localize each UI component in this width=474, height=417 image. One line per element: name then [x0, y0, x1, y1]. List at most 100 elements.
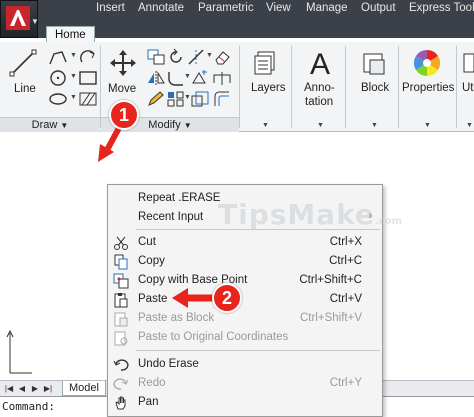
menu-item-label: Cut — [138, 236, 156, 248]
arc-icon — [80, 50, 95, 63]
chevron-down-icon[interactable]: ▼ — [70, 94, 77, 101]
chevron-down-icon[interactable]: ▼ — [262, 122, 269, 129]
first-layout-icon[interactable]: |◀ — [4, 383, 14, 394]
draw-panel-label: Draw — [31, 119, 58, 131]
hatch-icon — [79, 92, 97, 106]
polyline-icon — [49, 51, 67, 65]
annotation-button-label-line2: tation — [305, 96, 334, 108]
panel-divider — [345, 46, 346, 128]
mirror-icon — [148, 71, 165, 85]
fillet-icon — [168, 72, 183, 86]
line-button-label[interactable]: Line — [14, 83, 36, 95]
chevron-down-icon[interactable]: ▼ — [466, 122, 473, 129]
layers-icon — [254, 51, 275, 75]
copy-tool[interactable] — [146, 48, 166, 66]
properties-color-wheel-icon — [413, 49, 441, 77]
move-button-label[interactable]: Move — [108, 83, 136, 95]
copy-icon — [114, 254, 128, 270]
menu-item-repeat-erase[interactable]: Repeat .ERASE — [108, 189, 382, 208]
tab-annotate[interactable]: Annotate — [138, 0, 184, 27]
menu-item-redo: Redo Ctrl+Y — [108, 374, 382, 393]
menu-item-copy[interactable]: Copy Ctrl+C — [108, 252, 382, 271]
tab-parametric[interactable]: Parametric — [198, 0, 254, 27]
array-tool[interactable] — [166, 90, 186, 108]
utilities-icon — [463, 53, 474, 73]
modify-panel-label: Modify — [148, 119, 181, 131]
explode-tool[interactable] — [190, 69, 210, 87]
stretch-tool[interactable] — [212, 69, 232, 87]
ribbon-panel-area: Line ▼ ▼ ▼ Draw ▼ Move ▼ ▼ ▼ Modify ▼ La… — [0, 42, 474, 132]
menu-item-undo-erase[interactable]: Undo Erase — [108, 355, 382, 374]
pan-icon — [115, 396, 126, 410]
chevron-down-icon[interactable]: ▼ — [371, 122, 378, 129]
tab-view[interactable]: View — [266, 0, 291, 27]
block-icon — [363, 53, 385, 75]
paste-original-icon — [114, 331, 128, 346]
callout-arrow-2 — [172, 288, 216, 308]
menu-item-recent-input[interactable]: Recent Input › — [108, 208, 382, 227]
last-layout-icon[interactable]: ▶| — [43, 383, 53, 394]
pencil-icon — [148, 91, 164, 106]
trim-tool[interactable] — [186, 48, 206, 66]
chevron-down-icon[interactable]: ▼ — [317, 122, 324, 129]
rectangle-icon — [79, 71, 97, 85]
menu-separator — [136, 350, 380, 351]
prev-layout-icon[interactable]: ◀ — [17, 383, 27, 394]
autocad-logo-icon — [6, 6, 30, 30]
properties-button-label[interactable]: Properties — [402, 82, 454, 94]
next-layout-icon[interactable]: ▶ — [30, 383, 40, 394]
draw-panel-footer[interactable]: Draw ▼ — [0, 117, 100, 132]
ellipse-tool[interactable] — [48, 90, 68, 108]
line-icon — [9, 49, 37, 77]
rotate-icon — [170, 48, 182, 63]
scale-icon — [191, 91, 209, 107]
array-icon — [167, 91, 184, 107]
block-button-label[interactable]: Block — [361, 82, 389, 94]
menu-item-label: Repeat .ERASE — [138, 192, 221, 204]
tab-express-tools[interactable]: Express Tools — [409, 0, 474, 27]
hatch-tool[interactable] — [78, 90, 98, 108]
menu-item-paste-as-block: Paste as Block Ctrl+Shift+V — [108, 309, 382, 328]
model-tab[interactable]: Model — [62, 381, 106, 396]
rotate-tool[interactable] — [166, 48, 186, 66]
utilities-button-label[interactable]: Ut — [462, 82, 474, 94]
layers-button-label[interactable]: Layers — [251, 82, 286, 94]
scale-tool[interactable] — [190, 90, 210, 108]
annotation-button-label[interactable]: Anno- — [304, 82, 335, 94]
menu-item-label: Paste — [138, 293, 168, 305]
polyline-tool[interactable] — [48, 48, 68, 66]
chevron-down-icon[interactable]: ▼ — [424, 122, 431, 129]
explode-icon — [192, 70, 207, 84]
tab-output[interactable]: Output — [361, 0, 396, 27]
copy-objects-icon — [147, 49, 165, 65]
tab-manage[interactable]: Manage — [306, 0, 348, 27]
menu-item-label: Paste as Block — [138, 312, 215, 324]
tab-insert[interactable]: Insert — [96, 0, 125, 27]
fillet-tool[interactable] — [166, 69, 186, 87]
tab-home[interactable]: Home — [46, 26, 95, 42]
application-menu-button[interactable]: ▼ — [0, 0, 39, 38]
menu-item-label: Paste to Original Coordinates — [138, 331, 289, 343]
stretch-icon — [213, 72, 231, 85]
chevron-down-icon[interactable]: ▼ — [70, 73, 77, 80]
annotation-text-icon: A — [310, 48, 330, 79]
panel-divider — [456, 46, 457, 128]
menu-item-cut[interactable]: Cut Ctrl+X — [108, 233, 382, 252]
paste-block-icon — [114, 312, 128, 327]
menu-item-copy-with-base-point[interactable]: Copy with Base Point Ctrl+Shift+C — [108, 271, 382, 290]
arc-tool[interactable] — [78, 48, 98, 66]
rectangle-tool[interactable] — [78, 69, 98, 87]
menu-item-pan[interactable]: Pan — [108, 393, 382, 412]
ribbon-tab-bar: Home Insert Annotate Parametric View Man… — [38, 0, 474, 42]
ucs-icon — [6, 329, 32, 374]
offset-tool[interactable] — [212, 90, 232, 108]
mirror-tool[interactable] — [146, 69, 166, 87]
circle-tool[interactable] — [48, 69, 68, 87]
pencil-tool[interactable] — [146, 90, 166, 108]
chevron-down-icon[interactable]: ▼ — [70, 52, 77, 59]
menu-item-label: Pan — [138, 396, 159, 408]
erase-tool[interactable] — [212, 48, 232, 66]
menu-item-shortcut: Ctrl+Shift+V — [300, 312, 362, 324]
menu-item-label: Copy — [138, 255, 165, 267]
menu-item-paste[interactable]: Paste Ctrl+V — [108, 290, 382, 309]
